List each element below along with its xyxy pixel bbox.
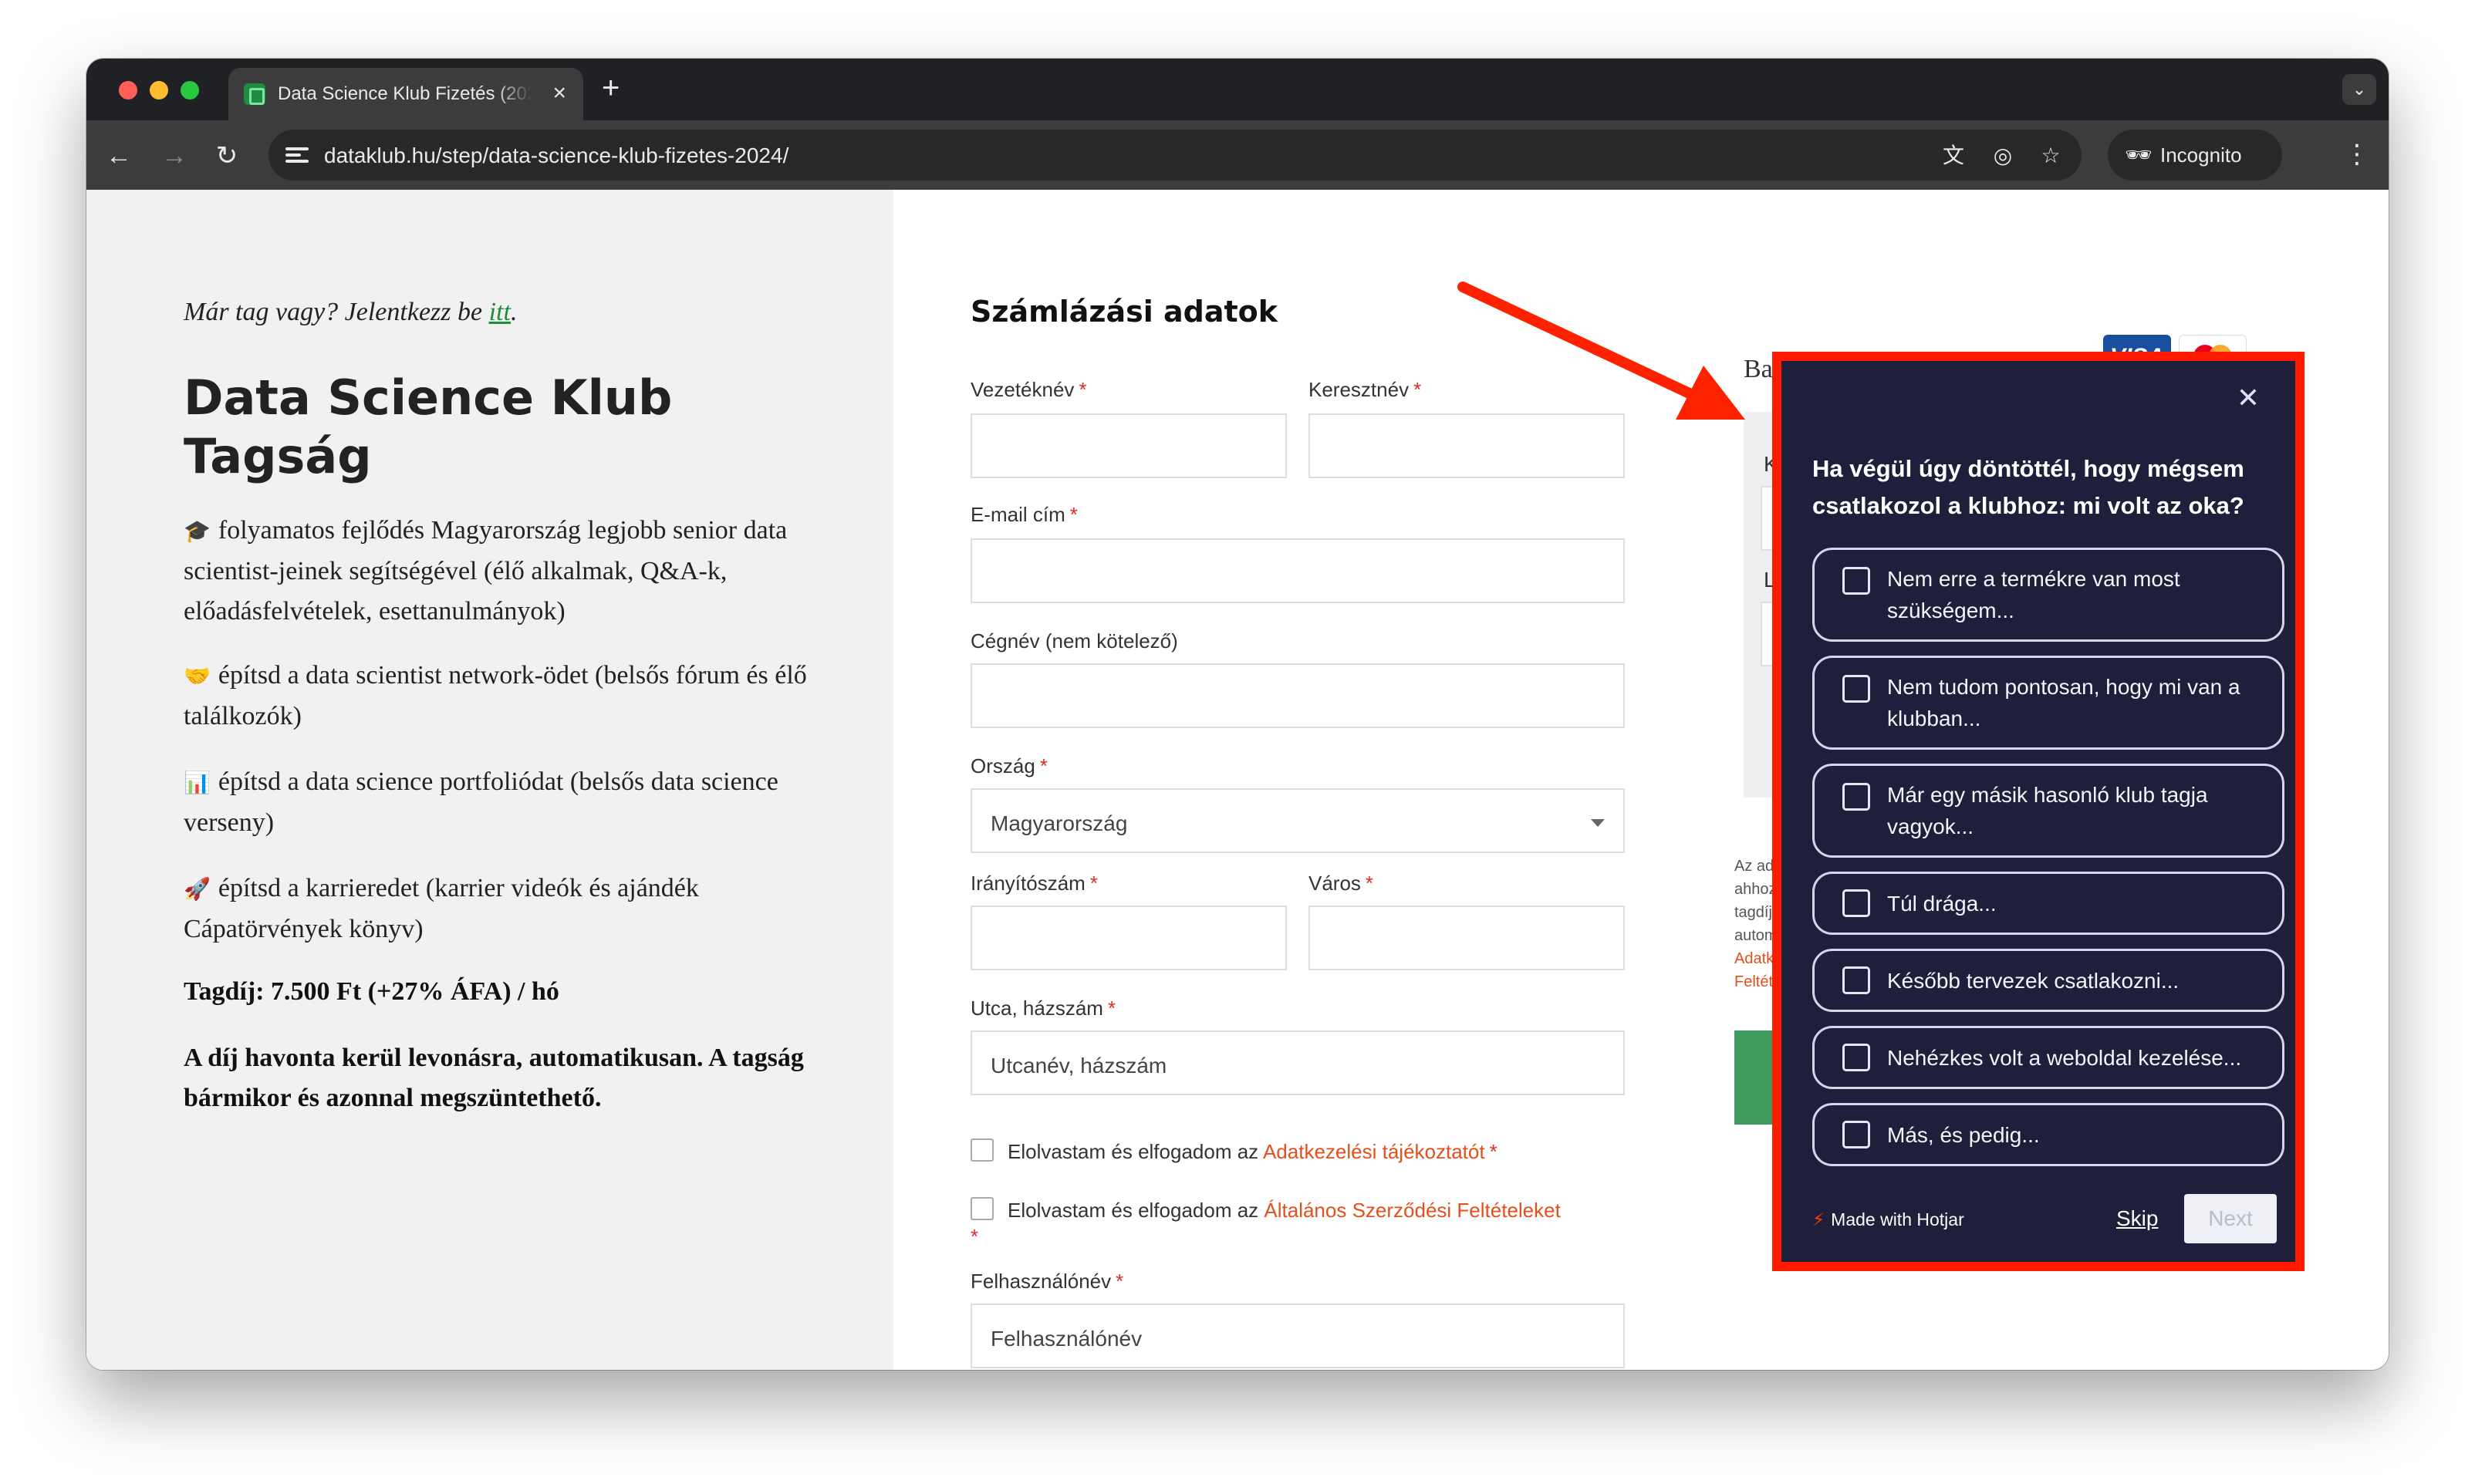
- country-select[interactable]: Magyarország: [971, 788, 1625, 853]
- exit-survey-popup: ✕ Ha végül úgy döntöttél, hogy mégsem cs…: [1781, 361, 2295, 1262]
- back-icon[interactable]: ←: [102, 139, 136, 173]
- privacy-consent-text: Elolvastam és elfogadom az Adatkezelési …: [1008, 1140, 1497, 1163]
- survey-option[interactable]: Más, és pedig...: [1812, 1103, 2284, 1166]
- eye-off-icon[interactable]: ◎: [1989, 142, 2017, 170]
- incognito-badge[interactable]: 🕶 Incognito: [2108, 130, 2282, 180]
- username-label: Felhasználónév *: [971, 1270, 1124, 1293]
- site-favicon-icon: [244, 83, 265, 105]
- survey-option[interactable]: Később tervezek csatlakozni...: [1812, 949, 2284, 1012]
- tab-search-icon[interactable]: ⌄: [2342, 74, 2376, 105]
- forward-icon[interactable]: →: [157, 139, 191, 173]
- browser-window: Data Science Klub Fizetés (2024) × + ⌄ ←…: [86, 59, 2389, 1370]
- close-window-button[interactable]: [119, 81, 137, 99]
- survey-option-checkbox[interactable]: [1842, 1121, 1870, 1148]
- terms-link[interactable]: Általános Szerződési Feltételeket: [1264, 1199, 1560, 1222]
- tab-strip: Data Science Klub Fizetés (2024) × + ⌄: [86, 59, 2389, 120]
- survey-option-checkbox[interactable]: [1842, 567, 1870, 595]
- survey-option-checkbox[interactable]: [1842, 675, 1870, 703]
- menu-icon[interactable]: ⋮: [2344, 137, 2370, 171]
- tab-title: Data Science Klub Fizetés (2024): [278, 83, 532, 104]
- billing-note: A díj havonta kerül levonásra, automatik…: [184, 1044, 804, 1112]
- terms-required-mark: *: [971, 1225, 979, 1248]
- chevron-down-icon: [1591, 819, 1605, 827]
- login-link[interactable]: itt: [489, 298, 511, 326]
- terms-checkbox[interactable]: [971, 1197, 994, 1220]
- translate-icon[interactable]: 文: [1940, 142, 1967, 170]
- survey-option-label: Később tervezek csatlakozni...: [1887, 969, 2180, 993]
- new-tab-button[interactable]: +: [602, 73, 620, 103]
- login-prompt: Már tag vagy? Jelentkezz be itt.: [184, 298, 518, 326]
- hotjar-branding[interactable]: ⚡ Made with Hotjar: [1812, 1209, 1964, 1230]
- username-input[interactable]: Felhasználónév: [971, 1304, 1625, 1368]
- close-icon[interactable]: ✕: [2237, 383, 2260, 413]
- company-input[interactable]: [971, 663, 1625, 728]
- survey-option[interactable]: Nehézkes volt a weboldal kezelése...: [1812, 1026, 2284, 1089]
- tab-close-icon[interactable]: ×: [552, 80, 566, 106]
- browser-toolbar: ← → ↻ dataklub.hu/step/data-science-klub…: [86, 120, 2389, 190]
- url-text[interactable]: dataklub.hu/step/data-science-klub-fizet…: [324, 143, 788, 168]
- email-label: E-mail cím *: [971, 503, 1078, 526]
- terms-consent-text: Elolvastam és elfogadom az Általános Sze…: [1008, 1199, 1561, 1222]
- skip-link[interactable]: Skip: [2116, 1206, 2158, 1231]
- last-name-input[interactable]: [971, 413, 1287, 478]
- privacy-checkbox[interactable]: [971, 1138, 994, 1162]
- incognito-label: Incognito: [2160, 143, 2242, 167]
- privacy-policy-link[interactable]: Adatkezelési tájékoztatót: [1263, 1140, 1485, 1163]
- billing-form-title: Számlázási adatok: [971, 295, 1278, 329]
- minimize-window-button[interactable]: [150, 81, 168, 99]
- country-label: Ország *: [971, 754, 1048, 777]
- city-label: Város *: [1308, 872, 1374, 895]
- membership-fee: Tagdíj: 7.500 Ft (+27% ÁFA) / hó: [184, 977, 559, 1006]
- graduation-cap-icon: 🎓: [184, 518, 211, 544]
- benefit-item: 🚀 építsd a karrieredet (karrier videók és…: [184, 874, 699, 943]
- email-input[interactable]: [971, 538, 1625, 603]
- company-label: Cégnév (nem kötelező): [971, 629, 1178, 653]
- survey-option-label: Nem tudom pontosan, hogy mi van a klubba…: [1887, 675, 2240, 730]
- zip-input[interactable]: [971, 906, 1287, 970]
- survey-question: Ha végül úgy döntöttél, hogy mégsem csat…: [1812, 455, 2244, 519]
- survey-option-label: Túl drága...: [1887, 892, 1997, 916]
- first-name-input[interactable]: [1308, 413, 1625, 478]
- benefit-item: 📊 építsd a data science portfoliódat (bel…: [184, 767, 778, 837]
- first-name-label: Keresztnév *: [1308, 378, 1422, 401]
- active-tab[interactable]: Data Science Klub Fizetés (2024) ×: [228, 68, 583, 120]
- handshake-icon: 🤝: [184, 663, 211, 689]
- survey-option-label: Nehézkes volt a weboldal kezelése...: [1887, 1046, 2242, 1070]
- survey-option-checkbox[interactable]: [1842, 1044, 1870, 1071]
- survey-option-label: Már egy másik hasonló klub tagja vagyok.…: [1887, 783, 2208, 838]
- survey-option[interactable]: Már egy másik hasonló klub tagja vagyok.…: [1812, 764, 2284, 858]
- survey-option-checkbox[interactable]: [1842, 783, 1870, 811]
- city-input[interactable]: [1308, 906, 1625, 970]
- zip-label: Irányítószám *: [971, 872, 1098, 895]
- bar-chart-icon: 📊: [184, 770, 211, 795]
- incognito-icon: 🕶: [2125, 143, 2153, 167]
- survey-option[interactable]: Túl drága...: [1812, 872, 2284, 935]
- rocket-icon: 🚀: [184, 876, 211, 902]
- street-input[interactable]: Utcanév, házszám: [971, 1030, 1625, 1095]
- next-button[interactable]: Next: [2184, 1194, 2277, 1243]
- hotjar-logo-icon: ⚡: [1812, 1209, 1825, 1229]
- survey-option-checkbox[interactable]: [1842, 889, 1870, 917]
- page-title: Data Science Klub Tagság: [184, 369, 673, 484]
- survey-option[interactable]: Nem erre a termékre van most szükségem..…: [1812, 548, 2284, 642]
- maximize-window-button[interactable]: [181, 81, 199, 99]
- survey-option-label: Nem erre a termékre van most szükségem..…: [1887, 567, 2180, 622]
- benefit-item: 🎓 folyamatos fejlődés Magyarország legjob…: [184, 516, 788, 626]
- last-name-label: Vezetéknév *: [971, 378, 1087, 401]
- survey-option[interactable]: Nem tudom pontosan, hogy mi van a klubba…: [1812, 656, 2284, 750]
- reload-icon[interactable]: ↻: [210, 139, 244, 173]
- benefit-item: 🤝 építsd a data scientist network-ödet (b…: [184, 661, 807, 730]
- survey-option-label: Más, és pedig...: [1887, 1123, 2040, 1147]
- address-bar[interactable]: dataklub.hu/step/data-science-klub-fizet…: [268, 130, 2082, 180]
- street-label: Utca, házszám *: [971, 997, 1116, 1020]
- star-icon[interactable]: ☆: [2037, 142, 2065, 170]
- survey-option-checkbox[interactable]: [1842, 966, 1870, 994]
- site-info-icon[interactable]: [285, 144, 309, 166]
